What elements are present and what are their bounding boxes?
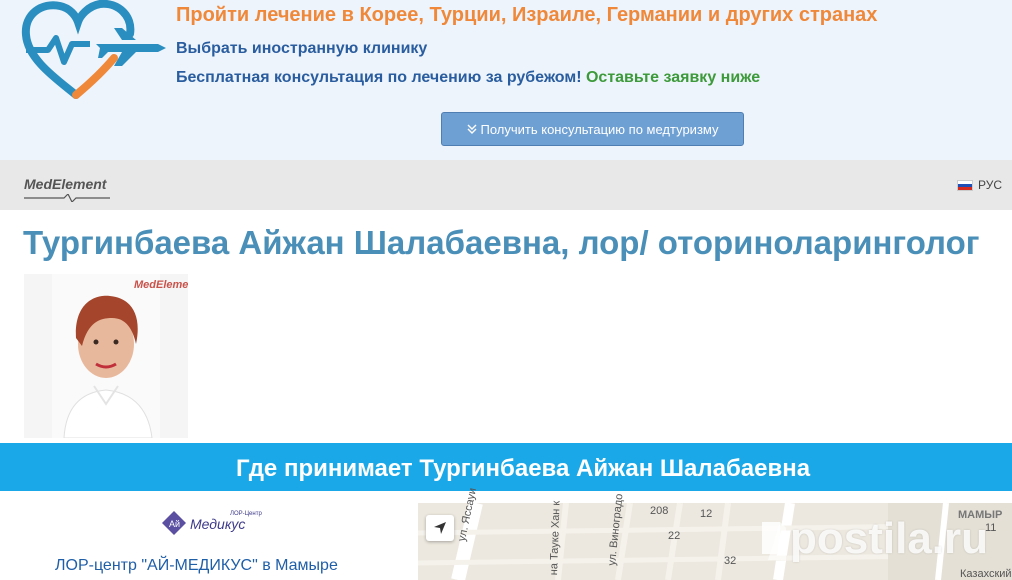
clinic-logo-text: Медикус [190,516,245,532]
promo-consult-main: Бесплатная консультация по лечению за ру… [176,69,582,86]
navigation-arrow-icon [434,522,446,534]
double-chevron-down-icon [467,122,477,137]
map-label: 12 [700,508,713,520]
clinic-logo-sub: ЛОР-Центр [230,511,262,517]
russia-flag-icon [956,179,973,191]
map-locate-button[interactable] [426,515,454,541]
promo-title: Пройти лечение в Корее, Турции, Израиле,… [176,4,878,26]
svg-text:Aй: Aй [169,519,180,529]
language-selector[interactable]: РУС [956,178,1002,192]
promo-clinic-link[interactable]: Выбрать иностранную клинику [176,40,427,58]
map-label: 208 [650,505,669,517]
clinic-logo[interactable]: Aй Медикус ЛОР-Центр [160,505,264,541]
map-label: 22 [668,530,681,542]
doctor-photo: MedElement [24,274,188,438]
doctor-portrait-icon: MedElement [52,274,188,438]
consult-button[interactable]: Получить консультацию по медтуризму [441,112,744,146]
consult-button-label: Получить консультацию по медтуризму [480,121,719,137]
language-label: РУС [977,178,1002,192]
promo-banner: Пройти лечение в Корее, Турции, Израиле,… [0,0,1012,160]
page-title: Тургинбаева Айжан Шалабаевна, лор/ отори… [23,224,980,261]
pulse-line-icon [24,194,110,202]
site-header: MedElement РУС [0,160,1012,210]
map-label: 32 [724,555,737,567]
promo-consult-accent: Оставьте заявку ниже [585,69,761,86]
where-title: Где принимает Тургинбаева Айжан Шалабаев… [236,455,811,482]
medical-tourism-logo-icon [21,0,166,99]
brand-text: MedElement [24,176,107,192]
watermark: postila.ru [790,514,989,563]
photo-watermark: MedElement [134,279,188,291]
medelement-logo[interactable]: MedElement [24,176,110,202]
clinic-name-link[interactable]: ЛОР-центр "АЙ-МЕДИКУС" в Мамыре [55,557,338,575]
map-label: Казахский [960,568,1012,580]
promo-consult-text: Бесплатная консультация по лечению за ру… [176,69,760,87]
postila-watermark-icon [762,522,786,560]
